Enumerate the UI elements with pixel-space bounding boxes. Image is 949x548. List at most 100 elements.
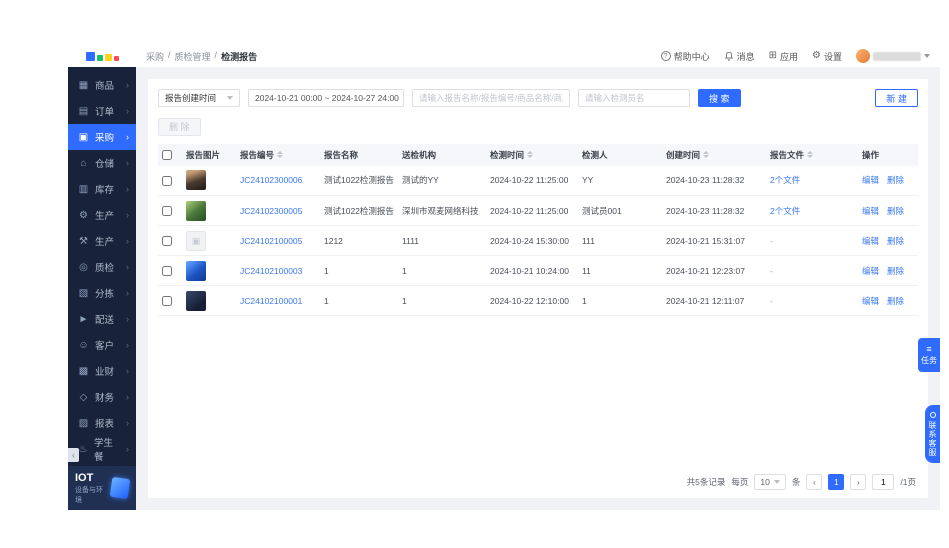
prev-page-button[interactable]: ‹ — [806, 474, 823, 490]
row-checkbox[interactable] — [162, 175, 172, 186]
sidebar-item-biz-finance[interactable]: ▩ 业财 › — [68, 358, 136, 384]
delete-button[interactable]: 删 除 — [158, 117, 201, 136]
column-header: 报告名称 — [324, 149, 359, 160]
brand-logo[interactable] — [68, 51, 136, 61]
report-no-link[interactable]: JC24102100003 — [240, 266, 302, 276]
cell-tester: 111 — [578, 225, 662, 256]
delete-link[interactable]: 删除 — [887, 296, 904, 306]
filter-type-value: 报告创建时间 — [165, 93, 217, 103]
edit-link[interactable]: 编辑 — [862, 266, 879, 276]
page-jump-input[interactable] — [872, 474, 895, 490]
sidebar-item-sorting[interactable]: ▧ 分拣 › — [68, 280, 136, 306]
iot-panel[interactable]: IOT 设备与环境 — [68, 466, 136, 510]
reports-table: 报告图片 报告编号 报告名称 送检机构 检测时间 检测人 创建时间 报告文件 操… — [158, 143, 918, 316]
customers-icon: ☺ — [78, 339, 89, 351]
apps-button[interactable]: ⊞ 应用 — [769, 50, 798, 63]
tasks-floating-button[interactable]: ≡ 任务 — [918, 338, 940, 372]
inspector-input[interactable] — [578, 89, 690, 107]
cell-agency: 1 — [398, 285, 486, 316]
production-alt-icon: ⚒ — [79, 235, 88, 247]
files-link[interactable]: 2个文件 — [770, 175, 800, 185]
sidebar-item-label: 仓储 — [95, 159, 115, 170]
sidebar-item-production-2[interactable]: ⚒ 生产 › — [68, 228, 136, 254]
tasks-icon: ≡ — [926, 343, 932, 354]
breadcrumb-item[interactable]: 质检管理 — [175, 50, 211, 63]
report-thumbnail-placeholder[interactable]: ▣ — [186, 230, 206, 251]
sidebar-item-procurement[interactable]: ▣ 采购 › — [68, 124, 136, 150]
breadcrumb-item[interactable]: 采购 — [146, 50, 164, 63]
quality-check-icon: ◎ — [79, 261, 88, 273]
report-no-link[interactable]: JC24102300006 — [240, 175, 302, 185]
report-thumbnail[interactable] — [186, 290, 206, 311]
delete-link[interactable]: 删除 — [887, 266, 904, 276]
sort-icon[interactable] — [527, 151, 534, 158]
keyword-input[interactable] — [412, 89, 570, 107]
report-no-link[interactable]: JC24102300005 — [240, 206, 302, 216]
delete-link[interactable]: 删除 — [887, 206, 904, 216]
sort-icon[interactable] — [703, 151, 710, 158]
total-records-text: 共5条记录 — [686, 477, 726, 487]
sidebar-item-goods[interactable]: ▦ 商品 › — [68, 72, 136, 98]
row-checkbox[interactable] — [162, 205, 172, 216]
report-thumbnail[interactable] — [186, 200, 206, 221]
top-bar: 采购 / 质检管理 / 检测报告 ? 帮助中心 消息 ⊞ 应用 ⚙ 设置 — [68, 45, 940, 67]
sidebar-item-quality[interactable]: ◎ 质检 › — [68, 254, 136, 280]
sidebar-item-warehouse[interactable]: ⌂ 仓储 › — [68, 150, 136, 176]
edit-link[interactable]: 编辑 — [862, 175, 879, 185]
sidebar-item-reports[interactable]: ▨ 报表 › — [68, 410, 136, 436]
sidebar-item-inventory[interactable]: ▥ 库存 › — [68, 176, 136, 202]
help-center-button[interactable]: ? 帮助中心 — [660, 50, 710, 63]
support-floating-button[interactable]: 联系客服 — [925, 405, 940, 463]
sidebar-item-label: 商品 — [95, 81, 115, 92]
sidebar-item-delivery[interactable]: ► 配送 › — [68, 306, 136, 332]
sort-icon[interactable] — [807, 151, 814, 158]
sidebar: ▦ 商品 › ▤ 订单 › ▣ 采购 › ⌂ 仓储 › ▥ 库存 › ⚙ 生产 … — [68, 67, 136, 510]
sidebar-item-production[interactable]: ⚙ 生产 › — [68, 202, 136, 228]
column-header: 报告图片 — [186, 149, 221, 160]
logo-block-green — [96, 54, 103, 61]
report-thumbnail[interactable] — [186, 170, 206, 191]
delete-link[interactable]: 删除 — [887, 175, 904, 185]
chevron-right-icon: › — [126, 262, 129, 272]
edit-link[interactable]: 编辑 — [862, 206, 879, 216]
files-empty: - — [770, 235, 773, 246]
report-no-link[interactable]: JC24102100001 — [240, 296, 302, 306]
biz-finance-icon: ▩ — [78, 365, 89, 377]
settings-button[interactable]: ⚙ 设置 — [812, 50, 842, 63]
user-menu[interactable] — [856, 49, 930, 63]
delete-link[interactable]: 删除 — [887, 236, 904, 246]
sort-icon[interactable] — [277, 151, 284, 158]
files-empty: - — [770, 295, 773, 306]
sidebar-item-customers[interactable]: ☺ 客户 › — [68, 332, 136, 358]
sidebar-item-label: 库存 — [95, 185, 115, 196]
cell-agency: 测试的YY — [398, 165, 486, 196]
column-header: 报告文件 — [770, 149, 805, 160]
messages-button[interactable]: 消息 — [724, 50, 755, 63]
filter-type-select[interactable]: 报告创建时间 — [158, 89, 240, 107]
row-checkbox[interactable] — [162, 265, 172, 276]
breadcrumb: 采购 / 质检管理 / 检测报告 — [146, 50, 257, 63]
report-no-link[interactable]: JC24102100005 — [240, 236, 302, 246]
report-thumbnail[interactable] — [186, 260, 206, 281]
chevron-right-icon: › — [126, 288, 129, 298]
sidebar-collapse-button[interactable]: ‹ — [68, 448, 79, 462]
create-button[interactable]: 新 建 — [875, 89, 918, 107]
date-range-input[interactable]: 2024-10-21 00:00 ~ 2024-10-27 24:00 — [248, 89, 404, 107]
page-size-select[interactable]: 10 — [754, 474, 786, 490]
settings-label: 设置 — [823, 51, 842, 62]
edit-link[interactable]: 编辑 — [862, 296, 879, 306]
sidebar-item-label: 生产 — [95, 211, 115, 222]
row-checkbox[interactable] — [162, 235, 172, 246]
search-button[interactable]: 搜 索 — [698, 89, 741, 107]
files-link[interactable]: 2个文件 — [770, 206, 800, 216]
warehouse-icon: ⌂ — [80, 157, 87, 169]
page-size-value: 10 — [760, 477, 770, 487]
pagination: 共5条记录 每页 10 条 ‹ 1 › /1页 — [687, 474, 916, 490]
row-checkbox[interactable] — [162, 295, 172, 306]
page-1-button[interactable]: 1 — [828, 474, 845, 490]
edit-link[interactable]: 编辑 — [862, 236, 879, 246]
sidebar-item-finance[interactable]: ◇ 财务 › — [68, 384, 136, 410]
select-all-checkbox[interactable] — [162, 149, 172, 160]
next-page-button[interactable]: › — [850, 474, 867, 490]
sidebar-item-orders[interactable]: ▤ 订单 › — [68, 98, 136, 124]
